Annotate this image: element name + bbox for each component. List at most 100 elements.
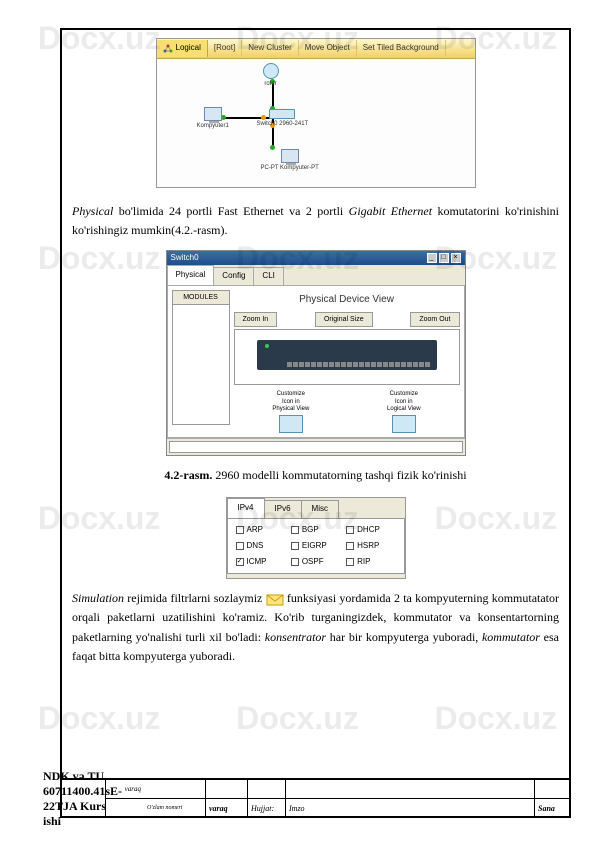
switch-chassis [257,340,437,370]
customize-physical[interactable]: Customize Icon in Physical View [272,391,309,433]
customize-label: Icon in [387,399,421,406]
new-cluster-button[interactable]: New Cluster [242,40,299,57]
checkbox-icon [346,558,354,566]
port-icon [293,362,298,367]
window-title: Switch0 [171,252,199,265]
switch-icon [269,109,295,119]
router-device[interactable]: roter [263,63,279,90]
checkbox-dns[interactable]: DNS [236,540,285,553]
modules-panel: MODULES [172,290,230,433]
caption-number: 4.2-rasm. [164,468,212,482]
switch-device[interactable]: Switch0 2960-241T [257,109,309,130]
tab-misc[interactable]: Misc [301,500,339,518]
document-title: NDK va TU 60711400.41sE-22TJA Kurs ishi [60,780,106,818]
checkbox-bgp[interactable]: BGP [291,524,340,537]
set-background-button[interactable]: Set Tiled Background [357,40,446,57]
page-number-cell [106,799,144,818]
port-icon [287,362,292,367]
figure-caption: 4.2-rasm. 2960 modelli kommutatorning ta… [72,466,559,485]
move-object-button[interactable]: Move Object [299,40,357,57]
port-icon [359,362,364,367]
checkbox-icmp[interactable]: ICMP [236,556,285,569]
port-icon [389,362,394,367]
title-block-cell: Sana [535,799,571,818]
tab-cli[interactable]: CLI [253,267,283,285]
minimize-button[interactable]: _ [427,253,437,263]
checkbox-label: ARP [247,524,263,537]
pc-icon [281,149,299,163]
checkbox-label: DHCP [357,524,380,537]
checkbox-label: EIGRP [302,540,327,553]
checkbox-icon [236,558,244,566]
checkbox-label: OSPF [302,556,324,569]
root-button[interactable]: [Root] [208,40,242,57]
tab-ipv6[interactable]: IPv6 [264,500,302,518]
customize-label: Logical View [387,406,421,413]
modules-list[interactable] [172,305,230,425]
filter-tabs: IPv4 IPv6 Misc [227,498,405,519]
tab-config[interactable]: Config [213,267,254,285]
original-size-button[interactable]: Original Size [315,312,373,327]
port-icon [413,362,418,367]
close-button[interactable]: × [451,253,461,263]
title-block-cell: varaq [206,799,248,818]
checkbox-hsrp[interactable]: HSRP [346,540,395,553]
router-icon [263,63,279,79]
text-italic: Gigabit Ethernet [349,204,432,218]
port-icon [335,362,340,367]
device-label: roter [263,80,279,90]
port-icon [365,362,370,367]
window-tabs: Physical Config CLI [167,265,465,286]
device-label: Kompyuter1 [197,122,229,132]
device-label: Switch0 2960-241T [257,120,309,130]
port-icon [383,362,388,367]
checkbox-icon [236,542,244,550]
pc-icon [204,107,222,121]
paragraph-1: Physical bo'limida 24 portli Fast Ethern… [72,202,559,240]
filter-grid: ARP BGP DHCP DNS EIGRP HSRP ICMP OSPF RI… [227,519,405,574]
pt-toolbar: Logical [Root] New Cluster Move Object S… [157,39,475,59]
customize-label: Customize [272,391,309,398]
port-icon [323,362,328,367]
title-block-cell [248,780,286,799]
pc-device[interactable]: Kompyuter1 [197,107,229,132]
text: har bir kompyuterga yuboradi, [326,630,482,644]
checkbox-ospf[interactable]: OSPF [291,556,340,569]
port-icon [341,362,346,367]
tab-ipv4[interactable]: IPv4 [227,498,265,518]
led-icon [265,344,269,348]
customize-logical[interactable]: Customize Icon in Logical View [387,391,421,433]
logical-tab[interactable]: Logical [157,40,208,57]
content-area: Logical [Root] New Cluster Move Object S… [72,38,559,772]
checkbox-icon [291,542,299,550]
title-block-cell: Imzo [286,799,535,818]
zoom-controls: Zoom In Original Size Zoom Out [234,312,460,327]
switch-thumbnail-icon [279,415,303,433]
tab-physical[interactable]: Physical [167,265,215,285]
checkbox-label: ICMP [247,556,267,569]
checkbox-icon [346,526,354,534]
pt-canvas: roter Kompyuter1 Switch0 2960-241T PC-PT… [157,59,475,187]
zoom-in-button[interactable]: Zoom In [234,312,278,327]
title-block-cell: O'zlam nomeri [144,799,206,818]
footer-textbox[interactable] [169,441,463,453]
zoom-out-button[interactable]: Zoom Out [410,312,459,327]
device-view[interactable] [234,329,460,385]
port-icon [371,362,376,367]
checkbox-arp[interactable]: ARP [236,524,285,537]
text: rejimida filtrlarni sozlaymiz [124,591,266,605]
text-italic: Simulation [72,591,124,605]
port-row [287,362,430,367]
port-icon [401,362,406,367]
page-label: varaq [106,780,144,799]
pc-device[interactable]: PC-PT Kompyuter-PT [261,149,319,174]
checkbox-eigrp[interactable]: EIGRP [291,540,340,553]
paragraph-2: Simulation rejimida filtrlarni sozlaymiz… [72,589,559,666]
checkbox-dhcp[interactable]: DHCP [346,524,395,537]
window-body: MODULES Physical Device View Zoom In Ori… [167,286,465,438]
port-icon [305,362,310,367]
port-icon [425,362,430,367]
title-block-cell [535,780,571,799]
checkbox-rip[interactable]: RIP [346,556,395,569]
maximize-button[interactable]: □ [439,253,449,263]
